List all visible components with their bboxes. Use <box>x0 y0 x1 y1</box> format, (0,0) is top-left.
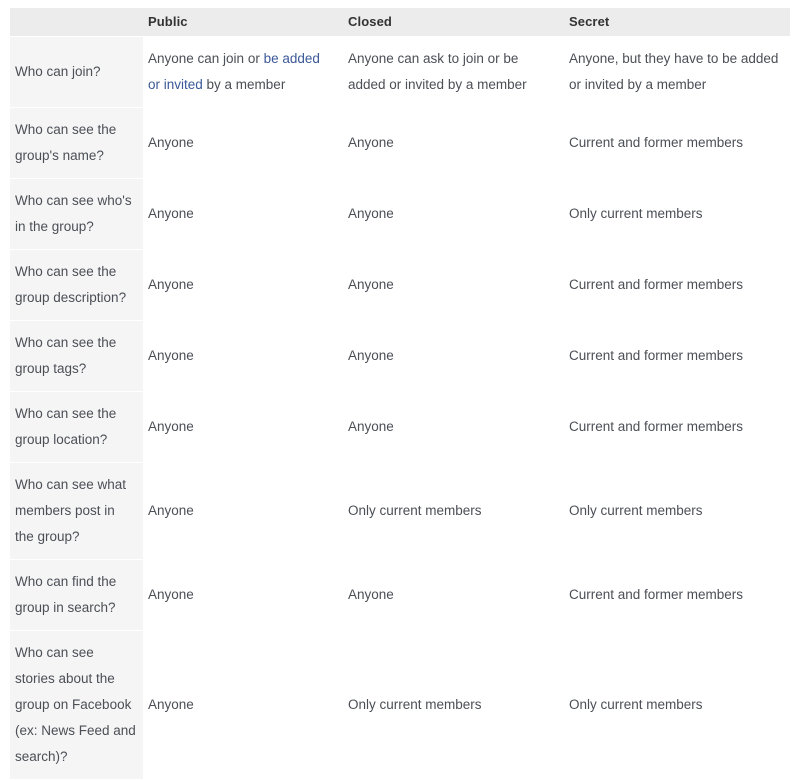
cell-secret: Current and former members <box>564 392 790 462</box>
column-header-blank <box>10 8 143 36</box>
cell-public: Anyone <box>143 250 343 320</box>
row-header-question: Who can join? <box>10 37 143 107</box>
table-row: Who can join? Anyone can join or be added… <box>10 37 790 107</box>
table-header: Public Closed Secret <box>10 8 790 36</box>
cell-secret: Current and former members <box>564 108 790 178</box>
row-header-question: Who can see who's in the group? <box>10 179 143 249</box>
cell-public: Anyone can join or be added or invited b… <box>143 37 343 107</box>
table-row: Who can see the group location? Anyone Any… <box>10 392 790 462</box>
row-header-question: Who can see the group's name? <box>10 108 143 178</box>
cell-text: by a member <box>202 77 286 92</box>
table-row: Who can see the group's name? Anyone Anyon… <box>10 108 790 178</box>
table-row: Who can see who's in the group? Anyone Any… <box>10 179 790 249</box>
cell-public: Anyone <box>143 631 343 779</box>
cell-public: Anyone <box>143 108 343 178</box>
cell-closed: Anyone <box>343 560 564 630</box>
cell-public: Anyone <box>143 463 343 559</box>
cell-closed: Only current members <box>343 631 564 779</box>
cell-public: Anyone <box>143 179 343 249</box>
cell-closed: Anyone <box>343 179 564 249</box>
table-row: Who can see the group description? Anyone… <box>10 250 790 320</box>
group-privacy-table-container: Public Closed Secret Who can join? Anyone… <box>10 7 790 780</box>
cell-public: Anyone <box>143 392 343 462</box>
cell-closed: Anyone can ask to join or be added or in… <box>343 37 564 107</box>
row-header-question: Who can see the group location? <box>10 392 143 462</box>
cell-text: Anyone can join or <box>148 51 264 66</box>
cell-secret: Current and former members <box>564 321 790 391</box>
table-body: Who can join? Anyone can join or be added… <box>10 37 790 779</box>
cell-secret: Only current members <box>564 463 790 559</box>
cell-closed: Anyone <box>343 250 564 320</box>
cell-secret: Current and former members <box>564 560 790 630</box>
column-header-secret: Secret <box>564 8 790 36</box>
row-header-question: Who can see what members post in the gro… <box>10 463 143 559</box>
row-header-question: Who can see the group tags? <box>10 321 143 391</box>
row-header-question: Who can see stories about the group on F… <box>10 631 143 779</box>
table-row: Who can see stories about the group on F… <box>10 631 790 779</box>
cell-public: Anyone <box>143 560 343 630</box>
cell-secret: Only current members <box>564 179 790 249</box>
table-row: Who can see what members post in the gro… <box>10 463 790 559</box>
table-row: Who can see the group tags? Anyone Anyone C… <box>10 321 790 391</box>
cell-secret: Anyone, but they have to be added or inv… <box>564 37 790 107</box>
cell-public: Anyone <box>143 321 343 391</box>
column-header-public: Public <box>143 8 343 36</box>
table-header-row: Public Closed Secret <box>10 8 790 36</box>
column-header-closed: Closed <box>343 8 564 36</box>
cell-closed: Anyone <box>343 108 564 178</box>
cell-closed: Anyone <box>343 321 564 391</box>
row-header-question: Who can find the group in search? <box>10 560 143 630</box>
cell-secret: Only current members <box>564 631 790 779</box>
group-privacy-comparison-table: Public Closed Secret Who can join? Anyone… <box>10 7 790 780</box>
cell-closed: Only current members <box>343 463 564 559</box>
row-header-question: Who can see the group description? <box>10 250 143 320</box>
cell-closed: Anyone <box>343 392 564 462</box>
table-row: Who can find the group in search? Anyone A… <box>10 560 790 630</box>
cell-secret: Current and former members <box>564 250 790 320</box>
